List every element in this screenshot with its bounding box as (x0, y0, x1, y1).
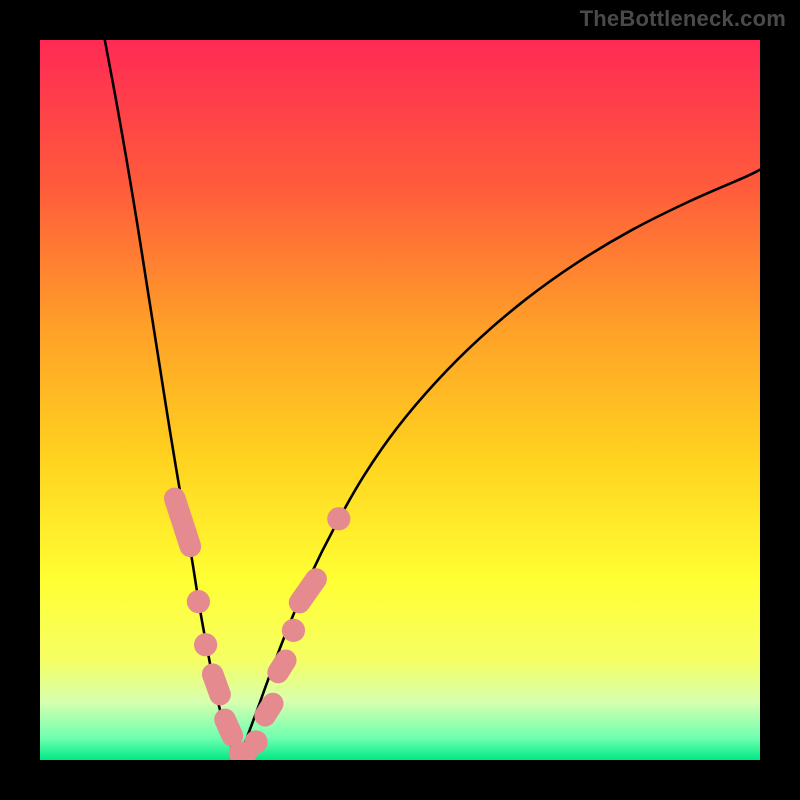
marker-dot-6 (244, 730, 267, 753)
marker-dot-1 (187, 590, 210, 613)
chart-stage: TheBottleneck.com (0, 0, 800, 800)
marker-dot-11 (327, 507, 350, 530)
gradient-background (40, 40, 760, 760)
marker-dot-9 (282, 619, 305, 642)
plot-area (40, 40, 760, 760)
marker-dot-2 (194, 633, 217, 656)
bottleneck-curve-chart (40, 40, 760, 760)
watermark-text: TheBottleneck.com (580, 6, 786, 32)
